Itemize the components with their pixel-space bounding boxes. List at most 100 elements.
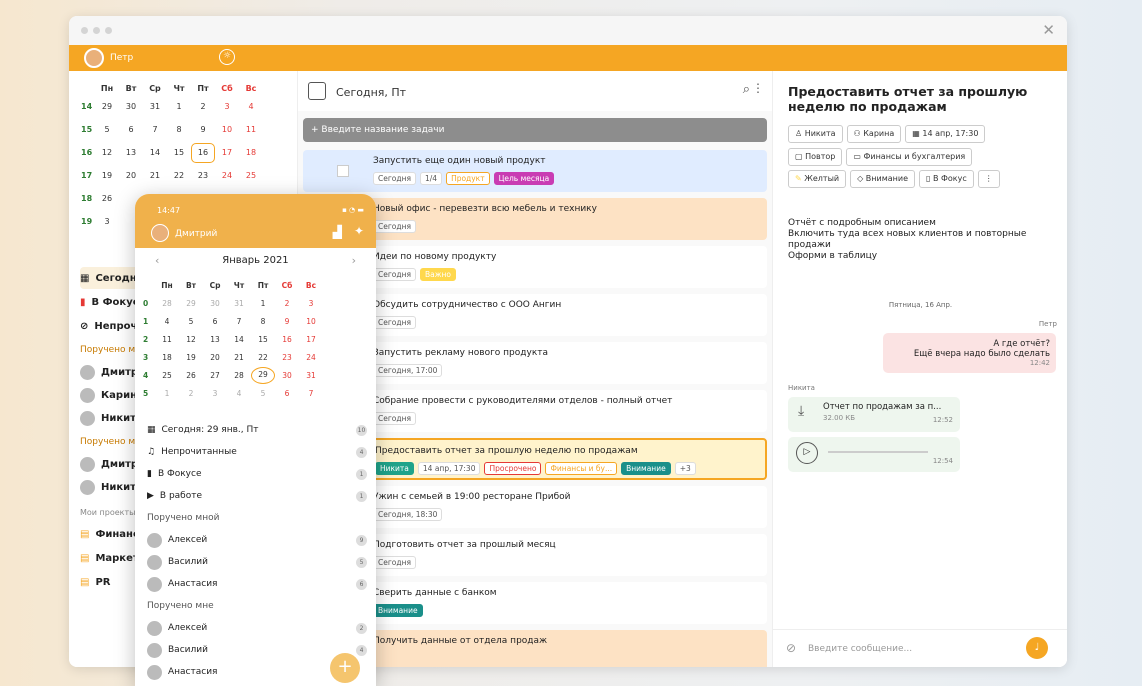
calendar-day[interactable]: 14 (227, 335, 251, 344)
chart-icon[interactable]: ▟ (333, 225, 342, 239)
calendar-day[interactable]: 6 (275, 389, 299, 398)
calendar-day[interactable]: 6 (203, 317, 227, 326)
calendar-day[interactable]: 11 (155, 335, 179, 344)
calendar-day[interactable]: 1 (167, 102, 191, 111)
calendar-day[interactable]: 23 (275, 353, 299, 362)
bulb-icon[interactable]: ☼ (219, 49, 235, 65)
calendar-day[interactable]: 19 (95, 171, 119, 180)
calendar-day[interactable]: 15 (251, 335, 275, 344)
calendar-day[interactable]: 2 (275, 299, 299, 308)
repeat-chip[interactable]: ▢ Повтор (788, 148, 843, 166)
calendar-day[interactable]: 21 (143, 171, 167, 180)
attach-icon[interactable]: ⊘ (786, 641, 796, 655)
file-message[interactable]: ⤓ Отчет по продажам за п... 32.00 КБ 12:… (788, 397, 960, 432)
avatar[interactable] (84, 48, 104, 68)
calendar-day[interactable]: 22 (167, 171, 191, 180)
calendar-day[interactable]: 4 (155, 317, 179, 326)
avatar[interactable] (151, 224, 169, 242)
audio-progress[interactable] (828, 451, 928, 453)
calendar-day[interactable]: 3 (95, 217, 119, 226)
bulb-icon[interactable]: ✦ (354, 224, 364, 238)
calendar-day[interactable]: 1 (251, 299, 275, 308)
calendar-day[interactable]: 19 (179, 353, 203, 362)
calendar-day[interactable]: 7 (299, 389, 323, 398)
search-icon[interactable]: ⌕ (743, 82, 750, 97)
calendar-day[interactable]: 3 (215, 102, 239, 111)
close-icon[interactable]: ✕ (1042, 21, 1055, 39)
mobile-list-item[interactable]: ▦ Сегодня: 29 янв., Пт 10 (147, 420, 367, 440)
calendar-day[interactable]: 30 (119, 102, 143, 111)
calendar-day[interactable]: 7 (143, 125, 167, 134)
calendar-day[interactable]: 13 (203, 335, 227, 344)
focus-chip[interactable]: ▯ В Фокус (919, 170, 974, 188)
calendar-day[interactable]: 10 (215, 125, 239, 134)
person-item[interactable]: Василий 5 (147, 552, 367, 572)
mobile-list-item[interactable]: ♫ Непрочитанные 4 (147, 442, 367, 462)
add-button[interactable]: + (330, 653, 360, 683)
calendar-day[interactable]: 23 (191, 171, 215, 180)
mobile-list-item[interactable]: ▮ В Фокусе 1 (147, 464, 367, 484)
download-icon[interactable]: ⤓ (798, 403, 804, 419)
author-chip[interactable]: ⚇ Карина (846, 125, 902, 143)
project-chip[interactable]: ▭ Финансы и бухгалтерия (846, 148, 973, 166)
calendar-day[interactable]: 28 (155, 299, 179, 308)
calendar-day[interactable]: 8 (167, 125, 191, 134)
calendar-day[interactable]: 20 (203, 353, 227, 362)
calendar-day[interactable]: 15 (167, 148, 191, 157)
calendar-day[interactable]: 4 (239, 102, 263, 111)
person-item[interactable]: Алексей 9 (147, 530, 367, 550)
calendar-day[interactable]: 13 (119, 148, 143, 157)
calendar-day[interactable]: 26 (95, 194, 119, 203)
calendar-day[interactable]: 24 (215, 171, 239, 180)
calendar-day[interactable]: 16 (275, 335, 299, 344)
calendar-day[interactable]: 18 (239, 148, 263, 157)
task-item[interactable]: Запустить еще один новый продукт Сегодня 1… (303, 150, 767, 192)
calendar-day[interactable]: 12 (179, 335, 203, 344)
calendar-day[interactable]: 2 (191, 102, 215, 111)
calendar-day[interactable]: 17 (215, 148, 239, 157)
calendar-day[interactable]: 3 (203, 389, 227, 398)
calendar-day[interactable]: 31 (299, 371, 323, 380)
calendar-day[interactable]: 29 (251, 366, 275, 384)
calendar-day[interactable]: 29 (95, 102, 119, 111)
calendar-day[interactable]: 31 (143, 102, 167, 111)
more-icon[interactable]: ⋮ (752, 81, 764, 95)
calendar-day[interactable]: 9 (275, 317, 299, 326)
calendar-day[interactable]: 8 (251, 317, 275, 326)
audio-message[interactable]: ▷ 12:54 (788, 437, 960, 472)
person-item[interactable]: Алексей 2 (147, 618, 367, 638)
calendar-day[interactable]: 17 (299, 335, 323, 344)
calendar-day[interactable]: 4 (227, 389, 251, 398)
calendar-day[interactable]: 3 (299, 299, 323, 308)
calendar-day[interactable]: 30 (275, 371, 299, 380)
more-chip[interactable]: ⋮ (977, 170, 1000, 188)
new-task-input[interactable]: + Введите название задачи (303, 118, 767, 142)
message-input[interactable]: Введите сообщение... (808, 644, 912, 654)
calendar-day[interactable]: 27 (203, 371, 227, 380)
calendar-day[interactable]: 18 (155, 353, 179, 362)
calendar-day[interactable]: 25 (239, 171, 263, 180)
calendar-day[interactable]: 24 (299, 353, 323, 362)
calendar-day[interactable]: 10 (299, 317, 323, 326)
calendar-day[interactable]: 30 (203, 299, 227, 308)
tag-chip[interactable]: ◇ Внимание (850, 170, 915, 188)
calendar-day[interactable]: 22 (251, 353, 275, 362)
calendar-day[interactable]: 1 (155, 389, 179, 398)
calendar-day[interactable]: 11 (239, 125, 263, 134)
mic-icon[interactable]: ♩ (1026, 637, 1048, 659)
mobile-section[interactable]: Поручено мной (147, 508, 367, 528)
calendar-day[interactable]: 21 (227, 353, 251, 362)
calendar-day[interactable]: 12 (95, 148, 119, 157)
calendar-day[interactable]: 14 (143, 148, 167, 157)
deadline-chip[interactable]: ▦ 14 апр, 17:30 (905, 125, 986, 143)
task-checkbox[interactable] (337, 165, 349, 177)
calendar-day[interactable]: 6 (119, 125, 143, 134)
calendar-day[interactable]: 5 (251, 389, 275, 398)
calendar-day[interactable]: 31 (227, 299, 251, 308)
assignee-chip[interactable]: ♙ Никита (788, 125, 843, 143)
calendar-day[interactable]: 9 (191, 125, 215, 134)
task-description[interactable]: Отчёт с подробным описанием Включить туд… (788, 218, 1058, 262)
calendar-day[interactable]: 29 (179, 299, 203, 308)
calendar-day[interactable]: 26 (179, 371, 203, 380)
play-icon[interactable]: ▷ (796, 442, 818, 464)
